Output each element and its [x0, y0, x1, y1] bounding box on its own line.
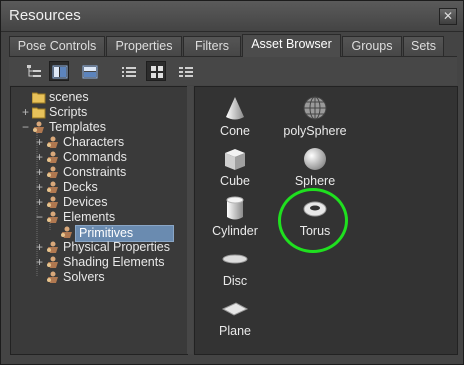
tree-expander[interactable] — [20, 91, 31, 104]
template-icon — [47, 181, 58, 193]
list-view-button[interactable] — [118, 61, 138, 81]
asset-browser-toolbar — [9, 57, 457, 85]
asset-label: Cone — [220, 124, 250, 138]
cylinder-icon — [226, 196, 244, 220]
asset-label: polySphere — [283, 124, 347, 138]
tree-expander[interactable] — [48, 226, 59, 239]
tree-item-label: Solvers — [63, 270, 105, 284]
tree-item-label: Templates — [49, 120, 106, 134]
tree-item-label: Scripts — [49, 105, 88, 119]
pane-splitter[interactable] — [187, 86, 193, 354]
tab-asset-browser[interactable]: Asset Browser — [242, 34, 341, 57]
tree-item-label: Decks — [63, 180, 98, 194]
split-horizontal-icon — [82, 65, 98, 79]
asset-disc[interactable]: Disc — [195, 245, 275, 293]
asset-label: Disc — [222, 274, 248, 288]
tree-expander[interactable]: + — [34, 241, 45, 254]
close-button[interactable]: ✕ — [439, 8, 457, 25]
tree-item-label: Constraints — [63, 165, 127, 179]
asset-label: Cube — [220, 174, 250, 188]
tab-filters[interactable]: Filters — [183, 36, 241, 56]
polysphere-icon — [303, 96, 327, 120]
tab-groups[interactable]: Groups — [342, 36, 402, 56]
tree-expander[interactable]: + — [34, 181, 45, 194]
tree-item-scenes[interactable]: scenes — [20, 90, 180, 105]
cube-icon — [225, 149, 245, 170]
tree-item-label: Commands — [63, 150, 127, 164]
window-title: Resources — [9, 7, 81, 24]
asset-label: Sphere — [294, 174, 336, 188]
template-icon — [47, 271, 58, 283]
tab-bar: Pose Controls Properties Filters Asset B… — [9, 34, 457, 57]
tab-sets[interactable]: Sets — [403, 36, 444, 56]
template-icon — [47, 256, 58, 268]
tree-item-label: Devices — [63, 195, 108, 209]
tree-item-shading-elements[interactable]: + Shading Elements — [34, 255, 180, 270]
tree-item-label: Physical Properties — [63, 240, 170, 254]
tree-item-decks[interactable]: + Decks — [34, 180, 180, 195]
tree-expander[interactable]: − — [20, 121, 31, 134]
tab-properties[interactable]: Properties — [106, 36, 182, 56]
asset-label: Plane — [219, 324, 251, 338]
template-icon — [47, 151, 58, 163]
tree-expander[interactable]: + — [34, 196, 45, 209]
tree-expander[interactable] — [34, 271, 45, 284]
tree-item-solvers[interactable]: Solvers — [34, 270, 180, 285]
resources-window: Resources ✕ Pose Controls Properties Fil… — [0, 0, 464, 365]
tree-item-label: Elements — [63, 210, 116, 224]
folder-icon — [32, 92, 46, 104]
tree-expander[interactable]: + — [34, 256, 45, 269]
tree-item-scripts[interactable]: + Scripts — [20, 105, 180, 120]
asset-polysphere[interactable]: polySphere — [275, 95, 355, 143]
tree-item-constraints[interactable]: + Constraints — [34, 165, 180, 180]
tree-item-devices[interactable]: + Devices — [34, 195, 180, 210]
split-vertical-icon — [52, 65, 68, 79]
tree-view-icon — [27, 65, 41, 77]
tree-item-elements[interactable]: − Elements — [34, 210, 180, 225]
asset-cone[interactable]: Cone — [195, 95, 275, 143]
icon-view-button[interactable] — [146, 61, 166, 81]
tree-expander[interactable]: + — [34, 136, 45, 149]
asset-cube[interactable]: Cube — [195, 145, 275, 193]
cone-icon — [226, 97, 244, 120]
template-icon — [47, 241, 58, 253]
split-vertical-button[interactable] — [49, 61, 69, 81]
tree-item-templates[interactable]: − Templates — [20, 120, 180, 135]
template-icon — [47, 136, 58, 148]
asset-plane[interactable]: Plane — [195, 295, 275, 343]
tree-expander[interactable]: + — [20, 106, 31, 119]
tree-expander[interactable]: + — [34, 166, 45, 179]
tree-item-primitives[interactable]: Primitives — [48, 225, 187, 242]
detail-view-button[interactable] — [175, 61, 195, 81]
tree-item-commands[interactable]: + Commands — [34, 150, 180, 165]
template-icon — [47, 211, 58, 223]
list-view-icon — [122, 67, 136, 77]
sphere-icon — [304, 148, 326, 170]
tree-item-label: Characters — [63, 135, 125, 149]
template-icon — [33, 121, 44, 133]
asset-cylinder[interactable]: Cylinder — [195, 195, 275, 243]
tree-item-label: scenes — [49, 90, 89, 104]
tree-item-characters[interactable]: + Characters — [34, 135, 180, 150]
split-horizontal-button[interactable] — [79, 61, 99, 81]
tree-expander[interactable]: − — [34, 211, 45, 224]
tree-expander[interactable]: + — [34, 151, 45, 164]
template-icon — [61, 226, 72, 238]
disc-icon — [222, 254, 248, 264]
template-icon — [47, 196, 58, 208]
tab-pose-controls[interactable]: Pose Controls — [9, 36, 105, 56]
folder-icon — [32, 107, 46, 119]
detail-view-icon — [179, 67, 193, 77]
asset-sphere[interactable]: Sphere — [275, 145, 355, 193]
template-icon — [47, 166, 58, 178]
icon-view-icon — [151, 66, 163, 78]
asset-label: Cylinder — [212, 224, 258, 238]
tree-item-label: Shading Elements — [63, 255, 165, 269]
title-bar[interactable]: Resources ✕ — [1, 1, 463, 32]
plane-icon — [221, 302, 249, 316]
torus-highlight-circle — [278, 188, 348, 253]
tree-item-physical-properties[interactable]: + Physical Properties — [34, 240, 180, 255]
tree-view-button[interactable] — [23, 61, 43, 81]
resource-tree[interactable]: scenes + Scripts − Templates + Character… — [10, 86, 188, 355]
